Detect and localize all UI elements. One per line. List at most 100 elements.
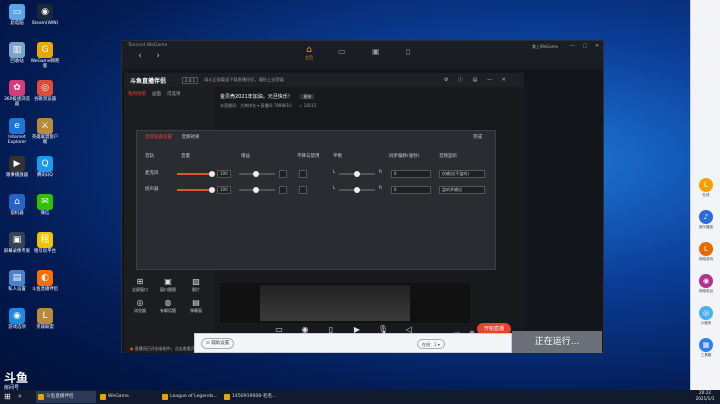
side-app-icon: ◎ — [699, 306, 713, 320]
monitor-select[interactable]: 仅输出(不监听) — [439, 170, 485, 178]
mute-checkbox[interactable] — [299, 170, 307, 178]
desktop-icon[interactable]: e Internet Explorer — [2, 118, 32, 145]
desktop-icon[interactable]: ◉ 游戏选项 — [2, 308, 32, 330]
taskbar-app[interactable]: WeGame — [98, 391, 158, 403]
online-select[interactable]: 在线：1 ▾ — [417, 339, 445, 349]
clock-date: 2021/1/1 — [695, 396, 715, 401]
desktop-icon[interactable]: ✿ 360极速浏览器 — [2, 80, 32, 107]
desktop-icon[interactable]: ▥ 回收站 — [2, 42, 32, 64]
source-tool[interactable]: ▨ 图片 — [182, 277, 210, 293]
desktop-icon[interactable]: L 英雄联盟 — [30, 308, 60, 330]
taskbar-app[interactable]: League of Legends... — [160, 391, 220, 403]
desktop-icon[interactable]: ✉ 微信 — [30, 194, 60, 216]
app-icon: ✿ — [9, 80, 25, 96]
desktop-icon[interactable]: G WeGame网吧版 — [30, 42, 60, 69]
gain-knob[interactable] — [253, 171, 259, 177]
volume-slider[interactable] — [177, 187, 215, 193]
balance-slider[interactable] — [339, 187, 375, 193]
desktop-icon[interactable]: ◉ Steam(WIN) — [30, 4, 60, 26]
balance-knob[interactable] — [354, 187, 360, 193]
forward-button[interactable]: › — [148, 51, 168, 61]
start-button[interactable]: ⊞ — [4, 392, 11, 401]
volume-knob[interactable] — [209, 187, 215, 193]
room-sub-text: 本直播间：大神排名 ▾ 直播间 7898610 — [220, 103, 292, 108]
desktop-icon-label: 租号玩平台 — [34, 249, 56, 254]
desktop-icon[interactable]: ▤ 私人设置 — [2, 270, 32, 292]
volume-slider[interactable] — [177, 171, 215, 177]
desktop-icon[interactable]: Q 腾讯QQ — [30, 156, 60, 178]
volume-value[interactable]: 100 — [217, 170, 231, 178]
source-tool[interactable]: ⊞ 全屏窗口 — [126, 277, 154, 293]
side-app[interactable]: ◉ 网络电台 — [694, 274, 718, 294]
side-app[interactable]: L 网络游戏 — [694, 242, 718, 262]
scene-tab[interactable]: 可选项 — [167, 92, 181, 97]
side-app-label: 在线 — [702, 193, 710, 197]
scene-tabs[interactable]: 我的场景 画面 可选项 — [128, 91, 187, 97]
scene-tab[interactable]: 我的场景 — [128, 92, 146, 97]
download-icon[interactable]: ▯ — [406, 47, 410, 56]
source-tool[interactable]: ◎ 浏览器 — [126, 298, 154, 314]
desktop-icon[interactable]: ⚔ 英雄联盟客户端 — [30, 118, 60, 145]
mute-checkbox[interactable] — [299, 186, 307, 194]
app-icon: ⚔ — [37, 118, 53, 134]
desktop-icon-label: 屏幕录像专家 — [3, 249, 31, 254]
sync-offset-input[interactable]: 0 — [391, 170, 431, 178]
desktop-icon[interactable]: ⌂ 锁机器 — [2, 194, 32, 216]
dialog-column-header: 音轨 — [145, 154, 154, 159]
gain-slider[interactable] — [239, 187, 275, 193]
balance-slider[interactable] — [339, 171, 375, 177]
user-name[interactable]: 紫上WeGame — [532, 44, 558, 50]
dialog-tabs[interactable]: 音频设备设置 音频效果 — [145, 134, 199, 140]
desktop-icon[interactable]: ◎ 谷歌浏览器 — [30, 80, 60, 102]
side-app[interactable]: ♪ 音乐播放 — [694, 210, 718, 230]
gain-knob[interactable] — [253, 187, 259, 193]
home-tab[interactable]: ⌂ 主页 — [298, 45, 320, 61]
desktop-icon[interactable]: ▭ 此电脑 — [2, 4, 32, 26]
live-tool-header: 斗鱼直播伴侣 2.0.1 请从正规渠道下载直播伴侣，谨防上当受骗 ⚙ ⓘ ▤ —… — [124, 73, 524, 87]
taskbar-app[interactable]: 1450919608-毛毛... — [222, 391, 282, 403]
volume-value[interactable]: 100 — [217, 186, 231, 194]
monitor-select[interactable]: 监听并输出 — [439, 186, 485, 194]
window-controls[interactable]: — ▢ ✕ — [570, 43, 602, 49]
gain-value[interactable] — [279, 186, 287, 194]
library-icon[interactable]: ▣ — [372, 47, 380, 56]
download-notice: 请从正规渠道下载直播伴侣，谨防上当受骗 — [204, 77, 284, 82]
app-icon: ▥ — [9, 42, 25, 58]
source-tool[interactable]: ◍ 有聊话题 — [154, 298, 182, 314]
source-tool[interactable]: ▣ 窗口截图 — [154, 277, 182, 293]
helper-bar: ⊙ 辅助设置 在线：1 ▾ — [194, 333, 512, 353]
audio-settings-dialog[interactable]: 音频设备设置 音频效果 完成 音轨 音量 增益 不降与禁用 平衡 同步偏移(毫秒) 音频监听… — [136, 130, 496, 270]
gain-value[interactable] — [279, 170, 287, 178]
scene-tab[interactable]: 画面 — [152, 92, 161, 97]
volume-knob[interactable] — [209, 171, 215, 177]
header-icons[interactable]: ⚙ ⓘ ▤ — ✕ — [444, 76, 510, 83]
helper-icon: ⊙ — [206, 341, 210, 346]
store-icon[interactable]: ▭ — [338, 47, 346, 56]
side-app[interactable]: ◎ 小程序 — [694, 306, 718, 326]
tab-audio-effect[interactable]: 音频效果 — [181, 135, 199, 140]
desktop-icon[interactable]: ▣ 屏幕录像专家 — [2, 232, 32, 254]
gain-slider[interactable] — [239, 171, 275, 177]
desktop-icon-label: 私人设置 — [8, 287, 26, 292]
desktop-icon[interactable]: ◐ 斗鱼直播伴侣 — [30, 270, 60, 292]
source-tool[interactable]: ▤ 弹幕窗 — [182, 298, 210, 314]
dialog-close-button[interactable]: 完成 — [473, 134, 482, 140]
desktop-icon[interactable]: 租租号玩平台 — [30, 232, 60, 254]
side-app[interactable]: ▦ 工具箱 — [694, 338, 718, 358]
balance-knob[interactable] — [354, 171, 360, 177]
room-title[interactable]: 金贝壳2021年加油，元旦快乐！ 星座 — [220, 93, 520, 100]
side-app[interactable]: L 在线 — [694, 178, 718, 198]
home-icon: ⌂ — [306, 45, 312, 55]
balance-left: L — [333, 170, 336, 175]
helper-settings-button[interactable]: ⊙ 辅助设置 — [201, 338, 235, 349]
desktop-icon-label: Internet Explorer — [7, 135, 27, 145]
tab-audio-device[interactable]: 音频设备设置 — [145, 135, 172, 140]
preview-area[interactable] — [220, 283, 470, 323]
sync-offset-input[interactable]: 0 — [391, 186, 431, 194]
back-button[interactable]: ‹ — [130, 51, 150, 61]
source-tools[interactable]: ⊞ 全屏窗口 ▣ 窗口截图 ▨ 图片 ◎ 浏览器 ◍ 有聊话题 ▤ 弹幕窗 — [126, 277, 212, 319]
desktop-icon[interactable]: ▶ 跟事播放器 — [2, 156, 32, 178]
search-icon[interactable]: ⌕ — [18, 392, 22, 401]
tray-clock[interactable]: 20:22 2021/1/1 — [690, 390, 720, 402]
taskbar-app[interactable]: 斗鱼直播伴侣 — [36, 391, 96, 403]
